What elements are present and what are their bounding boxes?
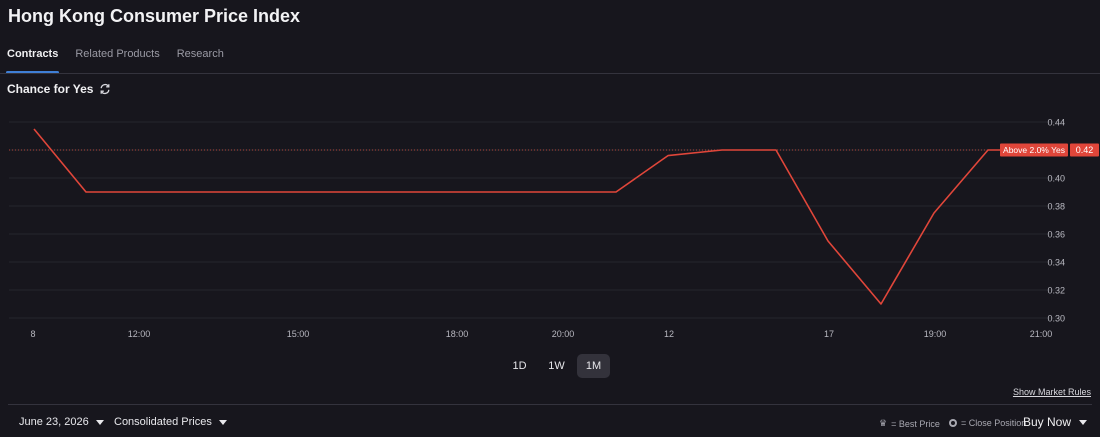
refresh-icon[interactable]: [99, 83, 111, 95]
x-tick-label: 20:00: [552, 329, 575, 339]
x-tick-label: 19:00: [924, 329, 947, 339]
x-tick-label: 12: [664, 329, 674, 339]
tab-contracts[interactable]: Contracts: [5, 48, 60, 74]
y-tick-label: 0.36: [1047, 230, 1065, 240]
range-1w-button[interactable]: 1W: [540, 354, 573, 378]
y-tick-label: 0.30: [1047, 314, 1065, 324]
best-price-label: = Best Price: [891, 418, 940, 429]
x-tick-label: 21:00: [1030, 329, 1053, 339]
close-position-legend: = Close Position: [949, 418, 1026, 428]
y-tick-label: 0.38: [1047, 202, 1065, 212]
tab-divider: [0, 73, 1100, 74]
best-price-legend: ♛ = Best Price: [879, 418, 940, 429]
close-position-label: = Close Position: [961, 418, 1027, 428]
series-line-above-2-yes: [33, 128, 1000, 305]
buy-now-label: Buy Now: [1022, 415, 1071, 429]
x-tick-label: 12:00: [128, 329, 151, 339]
close-position-icon: [949, 419, 957, 427]
y-tick-label: 0.40: [1047, 174, 1065, 184]
tab-research[interactable]: Research: [177, 48, 224, 74]
range-1d-button[interactable]: 1D: [503, 354, 536, 378]
price-mode-label: Consolidated Prices: [114, 416, 212, 428]
y-tick-label: 0.32: [1047, 286, 1065, 296]
chance-header: Chance for Yes: [7, 82, 111, 96]
current-series-label: Above 2.0% Yes: [1003, 145, 1065, 155]
date-label: June 23, 2026: [19, 416, 89, 428]
x-tick-label: 17: [824, 329, 834, 339]
tab-related-products[interactable]: Related Products: [75, 48, 159, 74]
show-market-rules-link[interactable]: Show Market Rules: [1013, 387, 1091, 397]
tab-bar: Contracts Related Products Research: [0, 48, 233, 74]
x-tick-label: 18:00: [446, 329, 469, 339]
range-selector: 1D 1W 1M: [503, 354, 610, 378]
x-tick-label: 8: [30, 329, 35, 339]
x-tick-label: 15:00: [287, 329, 310, 339]
date-dropdown[interactable]: June 23, 2026: [19, 416, 104, 428]
chance-title: Chance for Yes: [7, 82, 94, 96]
chevron-down-icon: [218, 419, 227, 425]
footer-bar: June 23, 2026 Consolidated Prices ♛ = Be…: [0, 408, 1100, 437]
range-1m-button[interactable]: 1M: [577, 354, 610, 378]
price-mode-dropdown[interactable]: Consolidated Prices: [114, 416, 227, 428]
chevron-down-icon: [1079, 419, 1087, 425]
footer-divider: [8, 404, 1092, 405]
chevron-down-icon: [95, 419, 104, 425]
y-tick-label: 0.44: [1047, 118, 1065, 128]
current-value-label: 0.42: [1076, 145, 1094, 155]
price-chart[interactable]: 0.44 0.42 0.40 0.38 0.36 0.34 0.32 0.30 8 12:00 15…: [0, 100, 1100, 350]
y-tick-label: 0.34: [1047, 258, 1065, 268]
crown-icon: ♛: [879, 418, 888, 428]
page-title: Hong Kong Consumer Price Index: [8, 6, 301, 26]
buy-now-button[interactable]: Buy Now: [1023, 415, 1087, 429]
